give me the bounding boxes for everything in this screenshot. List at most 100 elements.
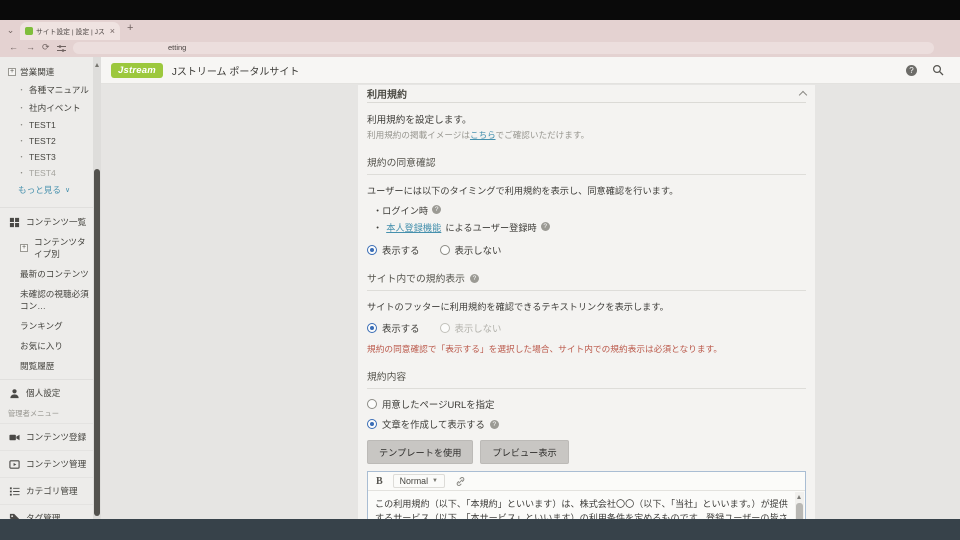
help-icon[interactable]: ?	[432, 205, 441, 214]
tab-strip: ⌄ サイト設定 | 設定 | Jストリーム ポー × +	[0, 20, 960, 40]
sidebar-item-manuals[interactable]: ・各種マニュアル	[0, 81, 93, 99]
scrollbar-thumb[interactable]	[796, 503, 803, 519]
new-tab-button[interactable]: +	[127, 22, 133, 34]
consent-hide-radio[interactable]: 表示しない	[440, 243, 502, 257]
sidebar-item-personal-settings[interactable]: 個人設定	[0, 383, 93, 403]
sidebar-item-unwatched[interactable]: 未確認の視聴必須コン…	[0, 284, 93, 316]
bullet-icon: ・	[18, 152, 25, 162]
terms-text-editor[interactable]: B Normal▼ この利用規約（以下、「本規約」といいます）は、株式会社〇〇（…	[367, 471, 806, 519]
page-viewport: + 営業関連 ・各種マニュアル ・社内イベント ・TEST1 ・TEST2 ・T…	[0, 57, 960, 519]
site-display-radio-group: 表示する 表示しない	[367, 321, 806, 335]
editor-toolbar: B Normal▼	[368, 472, 805, 491]
sidebar-item-favorites[interactable]: お気に入り	[0, 336, 93, 356]
sidebar-item-test2[interactable]: ・TEST2	[0, 133, 93, 149]
radio-icon	[367, 245, 377, 255]
editor-content[interactable]: この利用規約（以下、「本規約」といいます）は、株式会社〇〇（以下、「当社」といい…	[368, 492, 795, 519]
forward-icon[interactable]: →	[26, 42, 35, 52]
site-display-show-radio[interactable]: 表示する	[367, 321, 420, 335]
collapse-chevron-icon[interactable]	[799, 91, 807, 99]
category-tree: + 営業関連 ・各種マニュアル ・社内イベント ・TEST1 ・TEST2 ・T…	[0, 57, 93, 199]
paragraph-style-dropdown[interactable]: Normal▼	[393, 474, 445, 488]
help-icon[interactable]: ?	[906, 65, 917, 76]
page-url-radio[interactable]: 用意したページURLを指定	[367, 397, 806, 411]
sidebar-item-events[interactable]: ・社内イベント	[0, 99, 93, 117]
tab-close-icon[interactable]: ×	[110, 26, 115, 36]
sidebar-item-sales[interactable]: + 営業関連	[0, 63, 93, 81]
chevron-down-icon: ▼	[432, 478, 438, 484]
sidebar-item-tag-manage[interactable]: タグ管理	[0, 504, 93, 519]
use-template-button[interactable]: テンプレートを使用	[367, 440, 473, 464]
toolbar-row: ← → ⟳ etting	[0, 40, 960, 57]
scroll-up-icon[interactable]	[797, 495, 801, 499]
grid-icon	[8, 216, 20, 228]
tag-icon	[8, 512, 20, 519]
divider	[0, 379, 93, 380]
content-background: 利用規約 利用規約を設定します。 利用規約の掲載イメージはこちらでご確認いただけ…	[101, 85, 960, 519]
help-icon[interactable]: ?	[541, 222, 550, 231]
bullet-icon: ・	[18, 103, 25, 113]
sidebar-item-history[interactable]: 閲覧履歴	[0, 356, 93, 376]
show-more-link[interactable]: もっと見る∨	[0, 181, 93, 199]
jstream-logo[interactable]: Jstream	[111, 63, 163, 78]
bottom-bezel	[0, 519, 960, 540]
consent-bullets: ・ログイン時? ・本人登録機能によるユーザー登録時?	[367, 201, 806, 235]
admin-menu-header: 管理者メニュー	[0, 403, 93, 423]
site-favicon-icon	[25, 27, 33, 35]
expand-plus-icon[interactable]: +	[8, 68, 16, 76]
terms-settings-panel: 利用規約 利用規約を設定します。 利用規約の掲載イメージはこちらでご確認いただけ…	[358, 85, 815, 519]
site-display-description: サイトのフッターに利用規約を確認できるテキストリンクを表示します。	[367, 299, 806, 313]
sidebar-scrollbar[interactable]	[93, 57, 101, 519]
editor-actions: テンプレートを使用 プレビュー表示	[367, 440, 806, 464]
terms-content-radio-group: 用意したページURLを指定 文章を作成して表示する?	[367, 397, 806, 431]
top-bezel	[0, 0, 960, 20]
link-icon[interactable]	[455, 476, 466, 487]
bold-button[interactable]: B	[376, 476, 383, 487]
consent-section-header: 規約の同意確認	[367, 155, 806, 175]
help-icon[interactable]: ?	[470, 274, 479, 283]
sidebar-item-ranking[interactable]: ランキング	[0, 316, 93, 336]
sidebar-item-content-list[interactable]: コンテンツ一覧	[0, 212, 93, 232]
site-info-icon[interactable]	[57, 44, 66, 53]
scroll-up-icon[interactable]	[95, 63, 99, 67]
sidebar-item-content-type[interactable]: + コンテンツタイプ別	[0, 232, 93, 264]
radio-icon	[367, 399, 377, 409]
intro-subtext: 利用規約の掲載イメージはこちらでご確認いただけます。	[367, 129, 806, 141]
address-bar[interactable]: etting	[73, 42, 934, 54]
back-icon[interactable]: ←	[9, 42, 18, 52]
create-text-radio[interactable]: 文章を作成して表示する?	[367, 417, 806, 431]
scrollbar-thumb[interactable]	[94, 169, 100, 516]
sidebar-item-category-manage[interactable]: カテゴリ管理	[0, 477, 93, 504]
sidebar-item-test3[interactable]: ・TEST3	[0, 149, 93, 165]
panel-header: 利用規約	[367, 85, 806, 103]
bullet-icon: ・	[18, 136, 25, 146]
preview-button[interactable]: プレビュー表示	[480, 440, 568, 464]
sidebar-item-latest[interactable]: 最新のコンテンツ	[0, 264, 93, 284]
sidebar-item-test1[interactable]: ・TEST1	[0, 117, 93, 133]
video-camera-icon	[8, 431, 20, 443]
reload-icon[interactable]: ⟳	[42, 42, 50, 53]
sidebar-item-content-register[interactable]: コンテンツ登録	[0, 423, 93, 450]
consent-show-radio[interactable]: 表示する	[367, 243, 420, 257]
radio-icon	[440, 245, 450, 255]
editor-paragraph: この利用規約（以下、「本規約」といいます）は、株式会社〇〇（以下、「当社」といい…	[375, 498, 791, 519]
required-warning-text: 規約の同意確認で「表示する」を選択した場合、サイト内での規約表示は必須となります…	[367, 342, 806, 355]
sidebar-item-test4[interactable]: ・TEST4	[0, 165, 93, 181]
browser-tab[interactable]: サイト設定 | 設定 | Jストリーム ポー ×	[20, 22, 120, 40]
sidebar-item-content-manage[interactable]: コンテンツ管理	[0, 450, 93, 477]
self-registration-link[interactable]: 本人登録機能	[386, 220, 441, 234]
url-text: etting	[73, 42, 934, 54]
browser-menu-button[interactable]: ⌄	[4, 24, 17, 37]
chevron-down-icon: ∨	[65, 186, 70, 194]
bullet-icon: ・	[18, 168, 25, 178]
terms-content-section-header: 規約内容	[367, 369, 806, 389]
radio-icon	[367, 323, 377, 333]
help-icon[interactable]: ?	[490, 420, 499, 429]
panel-title: 利用規約	[367, 86, 407, 101]
editor-scrollbar[interactable]	[795, 492, 804, 519]
search-icon[interactable]	[932, 64, 944, 76]
video-manage-icon	[8, 458, 20, 470]
expand-plus-icon[interactable]: +	[20, 244, 28, 252]
preview-image-link[interactable]: こちら	[470, 130, 496, 140]
consent-radio-group: 表示する 表示しない	[367, 243, 806, 257]
intro-text: 利用規約を設定します。	[367, 112, 806, 126]
